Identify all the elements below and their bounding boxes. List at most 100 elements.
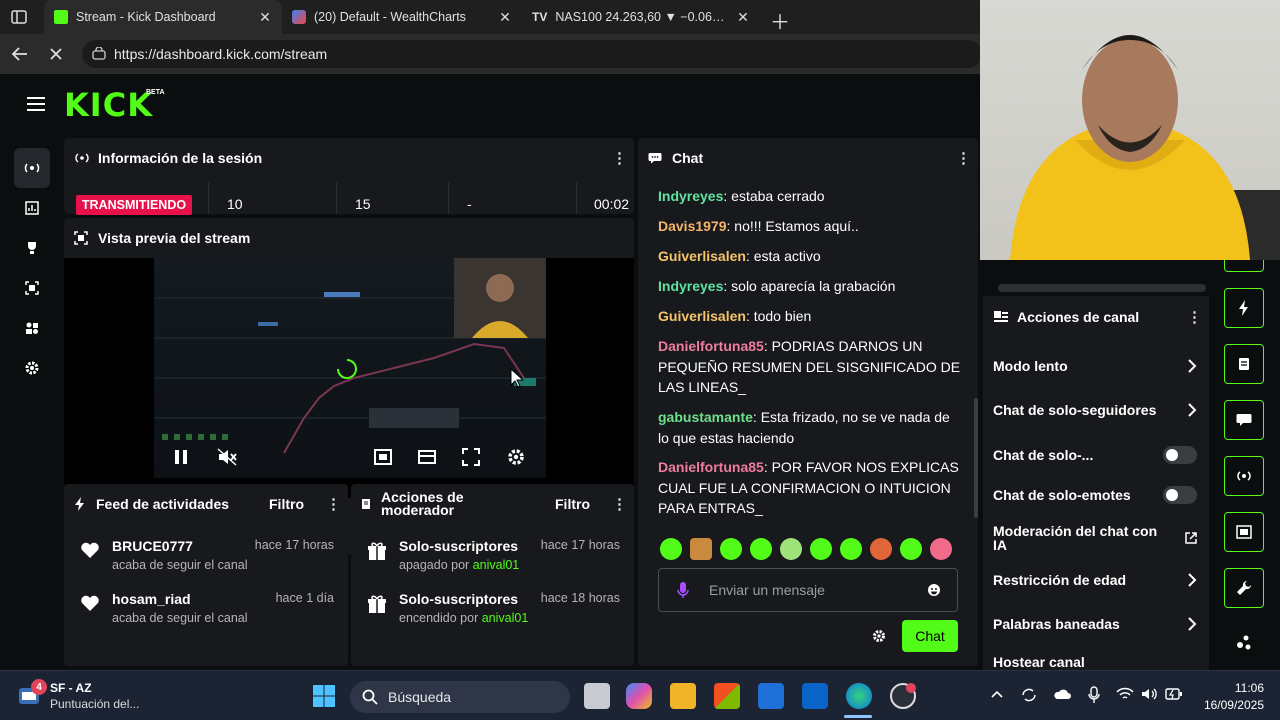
chat-username[interactable]: gabustamante [658, 409, 753, 425]
chat-username[interactable]: Indyreyes [658, 278, 723, 294]
kick-logo[interactable]: KICK [64, 86, 153, 124]
browser-tab-kick[interactable]: Stream - Kick Dashboard ✕ [44, 0, 282, 34]
chat-username[interactable]: Guiverlisalen [658, 248, 746, 264]
modactions-filter-button[interactable]: Filtro [555, 496, 590, 512]
copilot-icon[interactable] [626, 683, 652, 709]
wifi-icon[interactable] [1116, 687, 1134, 701]
subs-only-toggle[interactable] [1163, 446, 1197, 464]
onedrive-icon[interactable] [1053, 688, 1071, 700]
chevron-up-icon[interactable] [990, 687, 1004, 701]
tab-close-icon[interactable]: ✕ [498, 9, 512, 26]
chat-username[interactable]: Indyreyes [658, 188, 723, 204]
send-chat-button[interactable]: Chat [902, 620, 958, 652]
clock-date[interactable]: 16/09/2025 [1190, 698, 1264, 712]
dock-layout-icon[interactable] [1224, 512, 1264, 552]
chat-input[interactable]: Enviar un mensaje [658, 568, 958, 612]
community-nav-icon[interactable] [14, 308, 50, 348]
video-player[interactable] [64, 258, 634, 498]
emote-icon[interactable] [660, 538, 682, 560]
emote-icon[interactable] [870, 538, 892, 560]
volume-icon[interactable] [1141, 687, 1159, 701]
stop-loading-icon[interactable] [46, 44, 66, 64]
clips-nav-icon[interactable] [14, 268, 50, 308]
chat-scrollbar[interactable] [974, 398, 978, 518]
emote-icon[interactable] [930, 538, 952, 560]
channel-action-slow-mode[interactable]: Modo lento [993, 358, 1197, 374]
channel-action-followers-only[interactable]: Chat de solo-seguidores [993, 402, 1197, 418]
mute-icon[interactable] [217, 448, 237, 466]
outlook-icon[interactable] [802, 683, 828, 709]
emote-icon[interactable] [720, 538, 742, 560]
microphone-icon[interactable] [677, 581, 689, 599]
settings-nav-icon[interactable] [14, 348, 50, 388]
microsoft-store-icon[interactable] [714, 683, 740, 709]
pause-icon[interactable] [172, 448, 190, 466]
tab-close-icon[interactable]: ✕ [736, 9, 750, 26]
new-tab-icon[interactable]: ＋ [770, 6, 790, 35]
wealthcharts-app-icon[interactable] [758, 683, 784, 709]
edge-icon[interactable] [846, 683, 872, 709]
task-view-icon[interactable] [584, 683, 610, 709]
tab-actions-icon[interactable] [10, 8, 28, 26]
channel-action-banned-words[interactable]: Palabras baneadas [993, 616, 1197, 632]
dock-broadcast-icon[interactable] [1224, 456, 1264, 496]
moderator-name[interactable]: anival01 [473, 558, 520, 572]
moderator-name[interactable]: anival01 [482, 611, 529, 625]
site-info-icon[interactable] [92, 47, 106, 61]
fullscreen-icon[interactable] [462, 448, 480, 466]
file-explorer-icon[interactable] [670, 683, 696, 709]
taskbar-search-box[interactable]: Búsqueda [350, 681, 570, 713]
activity-user[interactable]: BRUCE0777 [112, 538, 193, 554]
dock-nodes-icon[interactable] [1236, 634, 1252, 650]
browser-tab-nas100[interactable]: TV NAS100 24.263,60 ▼ −0.06% Unn... ✕ [522, 0, 760, 34]
activity-filter-button[interactable]: Filtro [269, 496, 304, 512]
player-settings-icon[interactable] [506, 447, 526, 467]
url-field[interactable]: https://dashboard.kick.com/stream [82, 40, 982, 68]
tab-close-icon[interactable]: ✕ [258, 9, 272, 26]
kebab-menu-icon[interactable]: ⋮ [956, 151, 971, 166]
emote-icon[interactable] [780, 538, 802, 560]
dock-lightning-icon[interactable] [1224, 288, 1264, 328]
kebab-menu-icon[interactable]: ⋮ [1187, 310, 1202, 325]
activity-user[interactable]: hosam_riad [112, 591, 191, 607]
emote-icon[interactable] [840, 538, 862, 560]
trophy-nav-icon[interactable] [14, 228, 50, 268]
dock-wrench-icon[interactable] [1224, 568, 1264, 608]
tab-title: NAS100 24.263,60 ▼ −0.06% Unn... [555, 10, 728, 24]
emote-icon[interactable] [750, 538, 772, 560]
picture-in-picture-icon[interactable] [374, 448, 392, 466]
chat-username[interactable]: Danielfortuna85 [658, 338, 764, 354]
dock-chat-icon[interactable] [1224, 400, 1264, 440]
browser-tab-wealthcharts[interactable]: (20) Default - WealthCharts ✕ [282, 0, 522, 34]
emote-icon[interactable] [810, 538, 832, 560]
chat-username[interactable]: Davis1979 [658, 218, 727, 234]
kebab-menu-icon[interactable]: ⋮ [612, 497, 627, 512]
emote-icon[interactable] [900, 538, 922, 560]
theater-mode-icon[interactable] [418, 448, 436, 466]
analytics-nav-icon[interactable] [14, 188, 50, 228]
battery-icon[interactable] [1165, 687, 1183, 701]
emote-icon[interactable] [690, 538, 712, 560]
weather-title[interactable]: SF - AZ [50, 681, 92, 695]
kebab-menu-icon[interactable]: ⋮ [612, 151, 627, 166]
channel-action-age-restriction[interactable]: Restricción de edad [993, 572, 1197, 588]
stream-nav-icon[interactable] [14, 148, 50, 188]
channel-action-emotes-only[interactable]: Chat de solo-emotes [993, 486, 1197, 504]
channel-action-subs-only[interactable]: Chat de solo-... [993, 446, 1197, 464]
channel-action-host[interactable]: Hostear canal [993, 654, 1197, 670]
dock-document-icon[interactable] [1224, 344, 1264, 384]
chat-settings-icon[interactable] [872, 629, 886, 643]
microphone-tray-icon[interactable] [1088, 686, 1100, 704]
dock-scrollbar[interactable] [998, 284, 1206, 292]
kebab-menu-icon[interactable]: ⋮ [326, 497, 341, 512]
back-arrow-icon[interactable] [10, 44, 30, 64]
clock-time[interactable]: 11:06 [1200, 681, 1264, 695]
emoji-picker-icon[interactable] [927, 583, 941, 597]
windows-start-icon[interactable] [312, 684, 336, 708]
hamburger-menu-icon[interactable] [26, 96, 46, 112]
chat-username[interactable]: Guiverlisalen [658, 308, 746, 324]
emotes-only-toggle[interactable] [1163, 486, 1197, 504]
sync-icon[interactable] [1020, 687, 1038, 703]
channel-action-ai-moderation[interactable]: Moderación del chat con IA [993, 524, 1197, 552]
chat-username[interactable]: Danielfortuna85 [658, 459, 764, 475]
